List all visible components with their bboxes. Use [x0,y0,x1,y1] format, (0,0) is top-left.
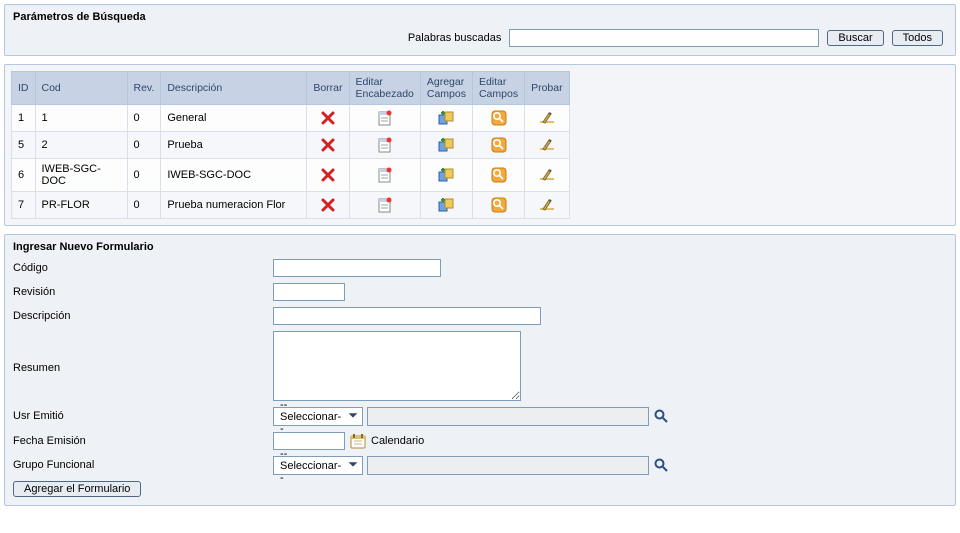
cell-cod: 2 [35,132,127,159]
calendario-link[interactable]: Calendario [371,435,424,447]
edit-header-icon[interactable] [376,109,394,127]
search-words-input[interactable] [509,29,819,47]
chevron-down-icon [346,457,360,474]
cell-cod: IWEB-SGC-DOC [35,159,127,192]
revision-label: Revisión [13,283,273,298]
usr-emitio-lookup-icon[interactable] [653,408,671,426]
grupo-funcional-lookup-icon[interactable] [653,457,671,475]
edit-fields-icon[interactable] [490,196,508,214]
search-parameters-panel: Parámetros de Búsqueda Palabras buscadas… [4,4,956,56]
grupo-funcional-select-value: --Seleccionar-- [280,448,342,484]
cell-rev: 0 [127,192,161,219]
calendar-icon[interactable] [349,432,367,450]
delete-icon[interactable] [319,136,337,154]
test-icon[interactable] [538,136,556,154]
cell-id: 6 [12,159,36,192]
grupo-funcional-select[interactable]: --Seleccionar-- [273,456,363,475]
results-table: ID Cod Rev. Descripción Borrar Editar En… [11,71,570,219]
cell-rev: 0 [127,132,161,159]
col-rev[interactable]: Rev. [127,72,161,105]
add-fields-icon[interactable] [437,196,455,214]
add-fields-icon[interactable] [437,109,455,127]
test-icon[interactable] [538,166,556,184]
table-row: 520Prueba [12,132,570,159]
table-header-row: ID Cod Rev. Descripción Borrar Editar En… [12,72,570,105]
cell-desc: General [161,105,307,132]
test-icon[interactable] [538,109,556,127]
search-button[interactable]: Buscar [827,30,883,46]
grupo-funcional-label: Grupo Funcional [13,456,273,471]
cell-cod: 1 [35,105,127,132]
col-editar-campos[interactable]: Editar Campos [472,72,524,105]
edit-header-icon[interactable] [376,166,394,184]
all-button[interactable]: Todos [892,30,943,46]
col-desc[interactable]: Descripción [161,72,307,105]
col-probar[interactable]: Probar [525,72,570,105]
usr-emitio-label: Usr Emitió [13,407,273,422]
cell-cod: PR-FLOR [35,192,127,219]
search-panel-title: Parámetros de Búsqueda [13,11,947,23]
test-icon[interactable] [538,196,556,214]
delete-icon[interactable] [319,196,337,214]
col-agregar-campos[interactable]: Agregar Campos [420,72,472,105]
cell-desc: Prueba numeracion Flor [161,192,307,219]
edit-fields-icon[interactable] [490,109,508,127]
descripcion-label: Descripción [13,307,273,322]
results-grid-panel: ID Cod Rev. Descripción Borrar Editar En… [4,64,956,226]
col-cod[interactable]: Cod [35,72,127,105]
codigo-input[interactable] [273,259,441,277]
chevron-down-icon [346,408,360,425]
usr-emitio-select-value: --Seleccionar-- [280,399,342,435]
table-row: 7PR-FLOR0Prueba numeracion Flor [12,192,570,219]
edit-fields-icon[interactable] [490,136,508,154]
col-editar-encabezado[interactable]: Editar Encabezado [349,72,420,105]
edit-header-icon[interactable] [376,136,394,154]
usr-emitio-select[interactable]: --Seleccionar-- [273,407,363,426]
grupo-funcional-display [367,456,649,475]
delete-icon[interactable] [319,109,337,127]
usr-emitio-display [367,407,649,426]
search-words-label: Palabras buscadas [408,32,502,44]
col-id[interactable]: ID [12,72,36,105]
cell-rev: 0 [127,105,161,132]
search-row: Palabras buscadas Buscar Todos [13,29,947,47]
resumen-label: Resumen [13,359,273,374]
cell-rev: 0 [127,159,161,192]
new-form-title: Ingresar Nuevo Formulario [13,241,947,253]
cell-id: 1 [12,105,36,132]
fecha-emision-label: Fecha Emisión [13,432,273,447]
add-form-button[interactable]: Agregar el Formulario [13,481,141,497]
col-borrar[interactable]: Borrar [307,72,349,105]
cell-desc: Prueba [161,132,307,159]
resumen-textarea[interactable] [273,331,521,401]
cell-id: 7 [12,192,36,219]
revision-input[interactable] [273,283,345,301]
edit-fields-icon[interactable] [490,166,508,184]
delete-icon[interactable] [319,166,337,184]
edit-header-icon[interactable] [376,196,394,214]
table-row: 6IWEB-SGC-DOC0IWEB-SGC-DOC [12,159,570,192]
table-row: 110General [12,105,570,132]
codigo-label: Código [13,259,273,274]
cell-id: 5 [12,132,36,159]
add-fields-icon[interactable] [437,136,455,154]
descripcion-input[interactable] [273,307,541,325]
cell-desc: IWEB-SGC-DOC [161,159,307,192]
new-form-panel: Ingresar Nuevo Formulario Código Revisió… [4,234,956,506]
add-fields-icon[interactable] [437,166,455,184]
